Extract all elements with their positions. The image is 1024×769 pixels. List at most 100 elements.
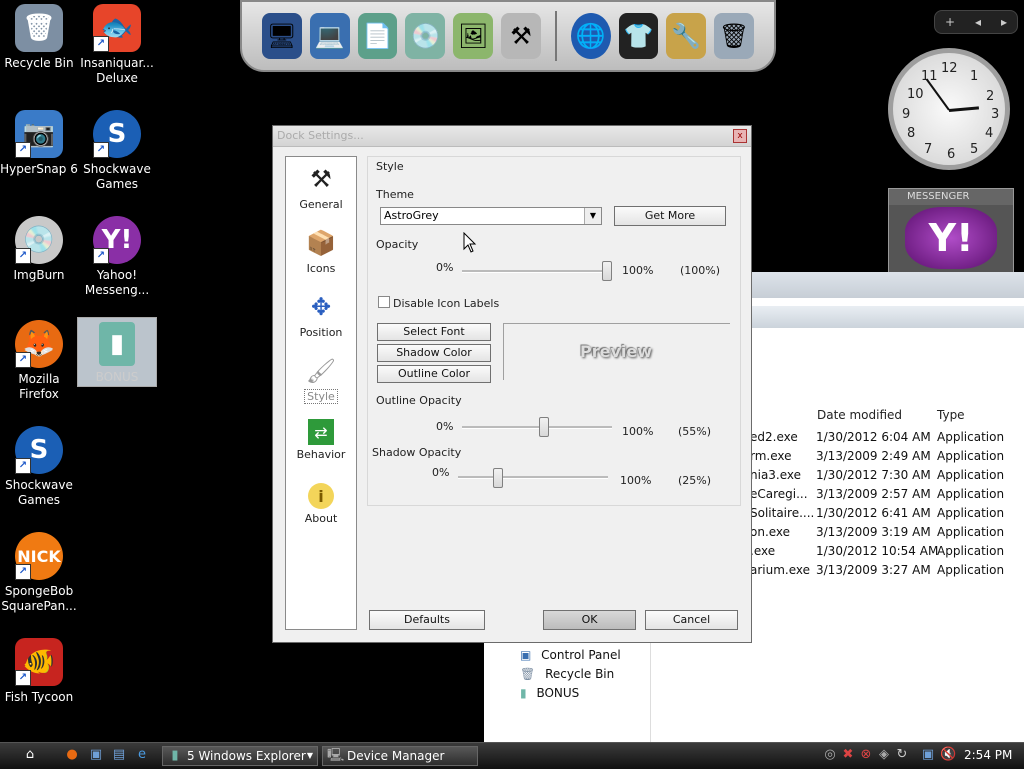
taskbar-button-device-manager[interactable]: 🖳 Device Manager <box>322 746 478 766</box>
theme-select[interactable]: AstroGrey ▼ <box>380 207 602 225</box>
globe-icon[interactable]: 🌐 <box>570 13 611 59</box>
desktop-icon-recycle-bin[interactable]: 🗑 Recycle Bin <box>0 4 78 71</box>
settings-sidebar: ⚒ General 📦 Icons ✥ Position 🖌 Style ⇄ B… <box>285 156 357 630</box>
font-preview-box: Preview <box>503 323 730 380</box>
opacity-slider-thumb[interactable] <box>602 261 612 281</box>
desktop-icon-shockwave-2[interactable]: S ↗ Shockwave Games <box>0 426 78 508</box>
sidebar-item-about[interactable]: i About <box>286 483 356 525</box>
settings-icon[interactable]: 🔧 <box>666 13 707 59</box>
desktop-icon-firefox[interactable]: 🦊 ↗ Mozilla Firefox <box>0 320 78 402</box>
tray-device-icon[interactable]: ◈ <box>876 747 892 763</box>
shadow-opacity-slider-track[interactable] <box>458 476 608 479</box>
firefox-icon[interactable]: ● <box>64 747 80 763</box>
tree-item-control-panel[interactable]: ▣ Control Panel <box>520 648 621 662</box>
prev-widget-button[interactable]: ◂ <box>975 15 981 29</box>
tray-alert-icon[interactable]: ⊗ <box>858 747 874 763</box>
file-row[interactable]: on.exe 3/13/2009 3:19 AM Application <box>750 525 1024 544</box>
file-row[interactable]: arium.exe 3/13/2009 3:27 AM Application <box>750 563 1024 582</box>
tshirt-icon[interactable]: 👕 <box>618 13 659 59</box>
dialog-close-button[interactable]: x <box>733 129 747 143</box>
desktop-icon-insaniquarium[interactable]: 🐟 ↗ Insaniquar... Deluxe <box>78 4 156 86</box>
fish-icon: 🐟 ↗ <box>93 4 141 52</box>
desktop-icon-spongebob[interactable]: NICK ↗ SpongeBob SquarePan... <box>0 532 78 614</box>
tree-item-label: Recycle Bin <box>545 667 615 681</box>
column-header-type[interactable]: Type <box>937 408 965 422</box>
sidebar-item-position[interactable]: ✥ Position <box>286 291 356 339</box>
sidebar-item-behavior[interactable]: ⇄ Behavior <box>286 419 356 461</box>
file-date: 1/30/2012 10:54 AM <box>816 544 939 558</box>
computer-icon[interactable]: ▣ <box>88 747 104 763</box>
disc-folder-icon[interactable]: 💿 <box>405 13 446 59</box>
tree-item-bonus[interactable]: ▮ BONUS <box>520 686 579 700</box>
tools-icon[interactable]: ⚒ <box>501 13 541 59</box>
desktop-icon-shockwave[interactable]: S ↗ Shockwave Games <box>78 110 156 192</box>
defaults-button[interactable]: Defaults <box>369 610 485 630</box>
pane-divider <box>650 642 651 742</box>
clock-minute-hand <box>925 78 950 111</box>
yahoo-messenger-widget[interactable]: MESSENGER Y! <box>888 188 1014 274</box>
outline-opacity-slider-track[interactable] <box>462 426 612 429</box>
documents-icon[interactable]: 📄 <box>357 13 398 59</box>
file-row[interactable]: nia3.exe 1/30/2012 7:30 AM Application <box>750 468 1024 487</box>
clock-number: 1 <box>970 69 979 84</box>
clock-widget[interactable]: 12 1 2 3 4 5 6 7 8 9 10 11 <box>888 48 1010 170</box>
home-icon[interactable]: ⌂ <box>22 747 38 763</box>
add-widget-button[interactable]: + <box>945 15 955 29</box>
clock-number: 4 <box>985 126 994 141</box>
taskbar-clock[interactable]: 2:54 PM <box>964 748 1012 762</box>
file-row[interactable]: Solitaire.... 1/30/2012 6:41 AM Applicat… <box>750 506 1024 525</box>
pictures-icon[interactable]: 🖼 <box>453 13 494 59</box>
trash-icon[interactable]: 🗑 <box>714 13 755 59</box>
sidebar-item-general[interactable]: ⚒ General <box>286 163 356 211</box>
opacity-slider-track[interactable] <box>462 270 612 273</box>
file-row[interactable]: ed2.exe 1/30/2012 6:04 AM Application <box>750 430 1024 449</box>
tree-item-recycle-bin[interactable]: 🗑 Recycle Bin <box>520 667 614 681</box>
tray-network-icon[interactable]: ◎ <box>822 747 838 763</box>
file-name: arium.exe <box>750 563 811 577</box>
file-type: Application <box>937 487 1005 501</box>
desktop-icon-bonus[interactable]: ▮ BONUS <box>77 317 157 387</box>
sidebar-item-style[interactable]: 🖌 Style <box>286 355 356 404</box>
taskbar-button-windows-explorer[interactable]: ▮ 5 Windows Explorer ▼ <box>162 746 318 766</box>
tray-refresh-icon[interactable]: ↻ <box>894 747 910 763</box>
shortcut-arrow-icon: ↗ <box>15 564 31 580</box>
file-row[interactable]: .exe 1/30/2012 10:54 AM Application <box>750 544 1024 563</box>
nick-icon: NICK ↗ <box>15 532 63 580</box>
desktop-icon-yahoo[interactable]: Y! ↗ Yahoo! Messeng... <box>78 216 156 298</box>
desktop-icon-fish-tycoon[interactable]: 🐠 ↗ Fish Tycoon <box>0 638 78 705</box>
desktop-icon-imgburn[interactable]: 💿 ↗ ImgBurn <box>0 216 78 283</box>
file-row[interactable]: eCaregi... 3/13/2009 2:57 AM Application <box>750 487 1024 506</box>
outline-opacity-slider-thumb[interactable] <box>539 417 549 437</box>
tray-security-icon[interactable]: ✖ <box>840 747 856 763</box>
opacity-value: (100%) <box>680 264 721 277</box>
next-widget-button[interactable]: ▸ <box>1001 15 1007 29</box>
internet-explorer-icon[interactable]: e <box>134 747 150 763</box>
computer-icon[interactable]: 💻 <box>309 13 350 59</box>
get-more-button[interactable]: Get More <box>614 206 726 226</box>
tray-volume-muted-icon[interactable]: 🔇 <box>940 747 956 763</box>
yahoo-logo-icon: Y! <box>905 207 997 269</box>
monitor-icon[interactable]: 🖥 <box>262 13 302 59</box>
file-row[interactable]: rm.exe 3/13/2009 2:49 AM Application <box>750 449 1024 468</box>
tray-network-connection-icon[interactable]: ▣ <box>920 747 936 763</box>
ok-button[interactable]: OK <box>543 610 636 630</box>
disable-icon-labels-checkbox[interactable] <box>378 296 390 308</box>
clock-number: 5 <box>970 142 979 157</box>
shadow-color-button[interactable]: Shadow Color <box>377 344 491 362</box>
file-type: Application <box>937 525 1005 539</box>
cancel-button[interactable]: Cancel <box>645 610 738 630</box>
sidebar-item-label: Icons <box>306 262 336 275</box>
window-switch-icon[interactable]: ▤ <box>111 747 127 763</box>
outline-color-button[interactable]: Outline Color <box>377 365 491 383</box>
disable-icon-labels-label[interactable]: Disable Icon Labels <box>393 297 499 310</box>
opacity-min: 0% <box>436 261 454 274</box>
shortcut-arrow-icon: ↗ <box>15 670 31 686</box>
file-name: on.exe <box>750 525 791 539</box>
file-name: eCaregi... <box>750 487 808 501</box>
taskbar-button-label: 5 Windows Explorer <box>187 749 306 763</box>
sidebar-item-icons[interactable]: 📦 Icons <box>286 227 356 275</box>
column-header-date[interactable]: Date modified <box>817 408 902 422</box>
select-font-button[interactable]: Select Font <box>377 323 491 341</box>
desktop-icon-hypersnap[interactable]: 📷 ↗ HyperSnap 6 <box>0 110 78 177</box>
shadow-opacity-slider-thumb[interactable] <box>493 468 503 488</box>
